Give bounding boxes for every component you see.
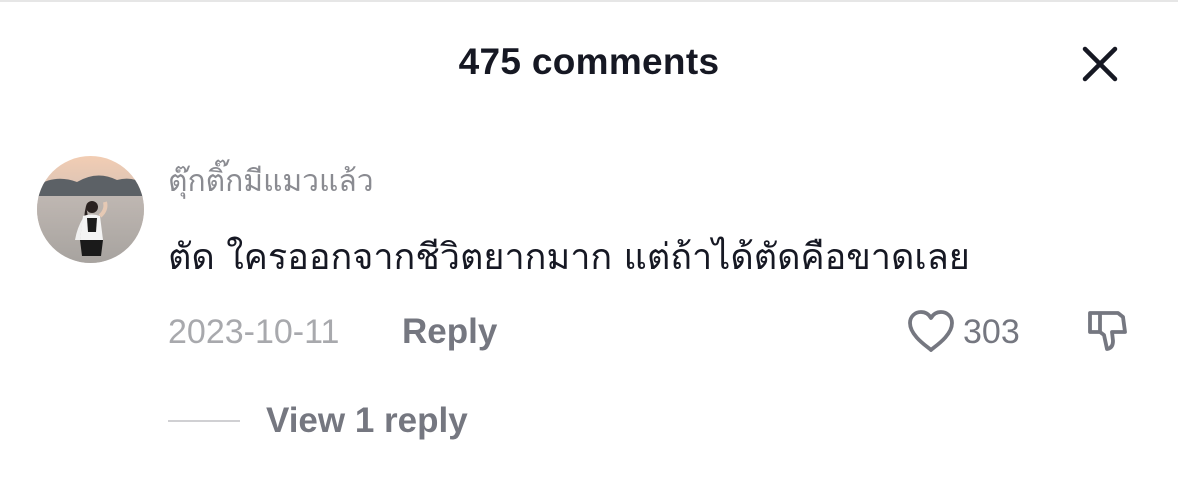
comment-text: ตัด ใครออกจากชีวิตยากมาก แต่ถ้าได้ตัดคือ… <box>168 237 970 278</box>
comments-count-title: 475 comments <box>458 41 720 82</box>
view-replies-button[interactable]: View 1 reply <box>168 398 468 444</box>
panel-top-divider <box>0 0 1178 2</box>
avatar[interactable] <box>37 156 144 263</box>
close-icon <box>1082 46 1118 82</box>
like-count: 303 <box>963 313 1020 351</box>
heart-icon <box>908 310 954 352</box>
replies-divider-line <box>168 420 240 422</box>
close-button[interactable] <box>1076 40 1124 88</box>
reply-button[interactable]: Reply <box>402 311 497 353</box>
dislike-button[interactable] <box>1080 306 1134 356</box>
comments-panel: 475 comments ตุ๊กติ๊กมีแมวแล้ว ตัด ใครออ… <box>0 0 1178 502</box>
view-replies-label: View 1 reply <box>266 401 468 440</box>
comment-date: 2023-10-11 <box>168 313 340 351</box>
thumbs-down-icon <box>1088 311 1127 351</box>
comment-username[interactable]: ตุ๊กติ๊กมีแมวแล้ว <box>168 160 374 204</box>
like-button[interactable] <box>904 306 958 356</box>
